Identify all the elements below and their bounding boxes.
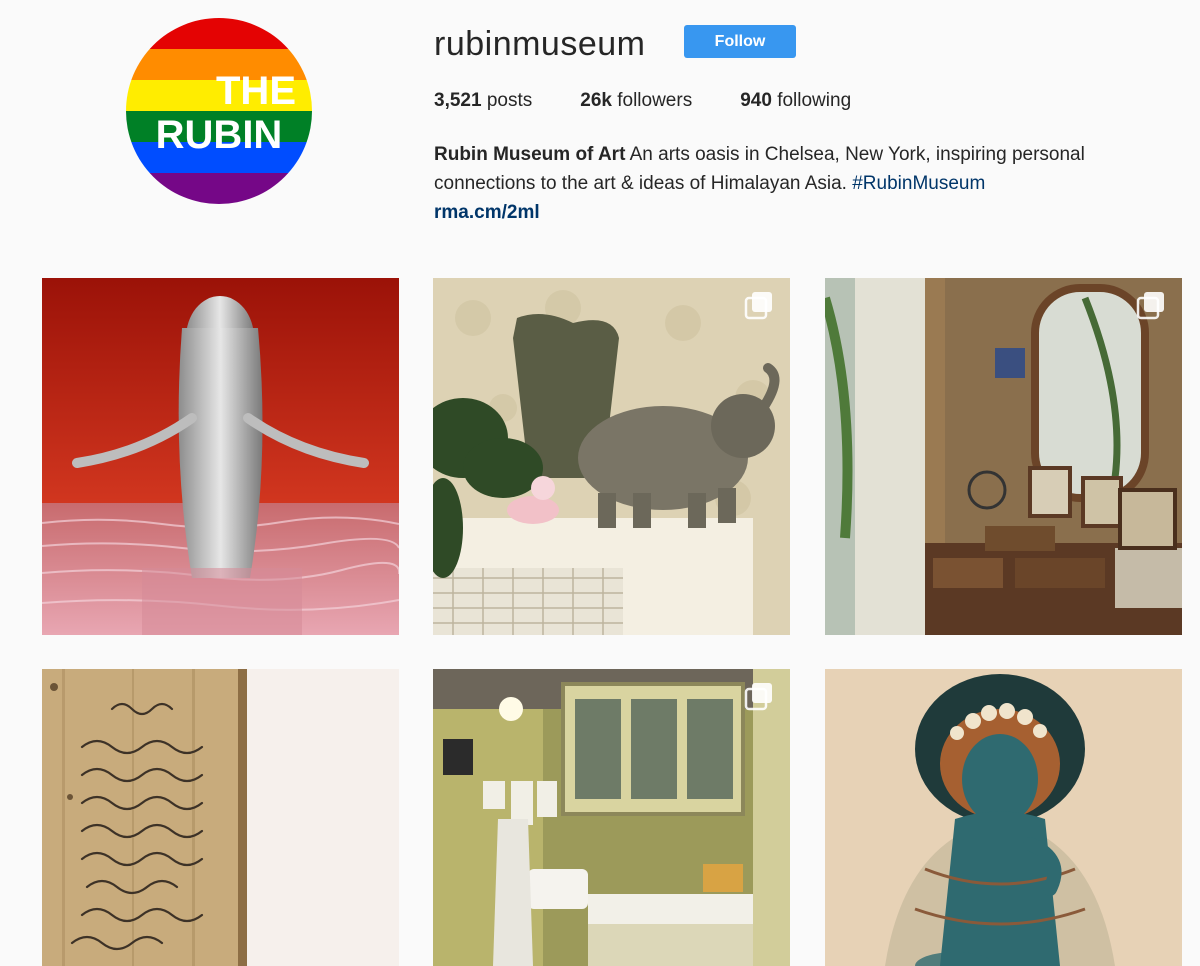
post-image-dresser <box>825 278 1182 635</box>
post-image-handwritten-board <box>42 669 399 966</box>
multiple-photos-icon <box>1136 292 1164 320</box>
stat-followers-label: followers <box>617 90 693 111</box>
profile-stats: 3,521 posts 26k followers 940 following <box>434 90 899 112</box>
avatar-text-line1: THE <box>216 69 296 113</box>
avatar-text-line2: RUBIN <box>156 113 283 157</box>
bio-full-name: Rubin Museum of Art <box>434 144 626 165</box>
post-image-kitchen <box>433 669 790 966</box>
stat-following-label: following <box>777 90 852 111</box>
bio-website-link[interactable]: rma.cm/2ml <box>434 198 1134 227</box>
post-thumbnail-5[interactable] <box>433 669 790 966</box>
stat-posts-label: posts <box>486 90 533 111</box>
stat-followers[interactable]: 26k followers <box>580 90 692 112</box>
post-thumbnail-4[interactable] <box>42 669 399 966</box>
profile-bio: Rubin Museum of Art An arts oasis in Che… <box>434 140 1134 227</box>
stat-followers-value: 26k <box>580 90 612 111</box>
stat-following-value: 940 <box>740 90 772 111</box>
post-thumbnail-2[interactable] <box>433 278 790 635</box>
stat-posts-value: 3,521 <box>434 90 482 111</box>
stat-posts: 3,521 posts <box>434 90 532 112</box>
post-image-elephant <box>433 278 790 635</box>
post-thumbnail-1[interactable] <box>42 278 399 635</box>
profile-username: rubinmuseum <box>434 25 646 63</box>
rainbow-logo: THE RUBIN <box>126 18 312 204</box>
post-thumbnail-3[interactable] <box>825 278 1182 635</box>
post-image-silver-figure <box>42 278 399 635</box>
bio-hashtag-link[interactable]: #RubinMuseum <box>852 173 985 194</box>
profile-avatar[interactable]: THE RUBIN <box>126 18 312 204</box>
multiple-photos-icon <box>744 683 772 711</box>
multiple-photos-icon <box>744 292 772 320</box>
post-image-deity-painting <box>825 669 1182 966</box>
stat-following[interactable]: 940 following <box>740 90 851 112</box>
follow-button[interactable]: Follow <box>684 25 796 58</box>
post-thumbnail-6[interactable] <box>825 669 1182 966</box>
